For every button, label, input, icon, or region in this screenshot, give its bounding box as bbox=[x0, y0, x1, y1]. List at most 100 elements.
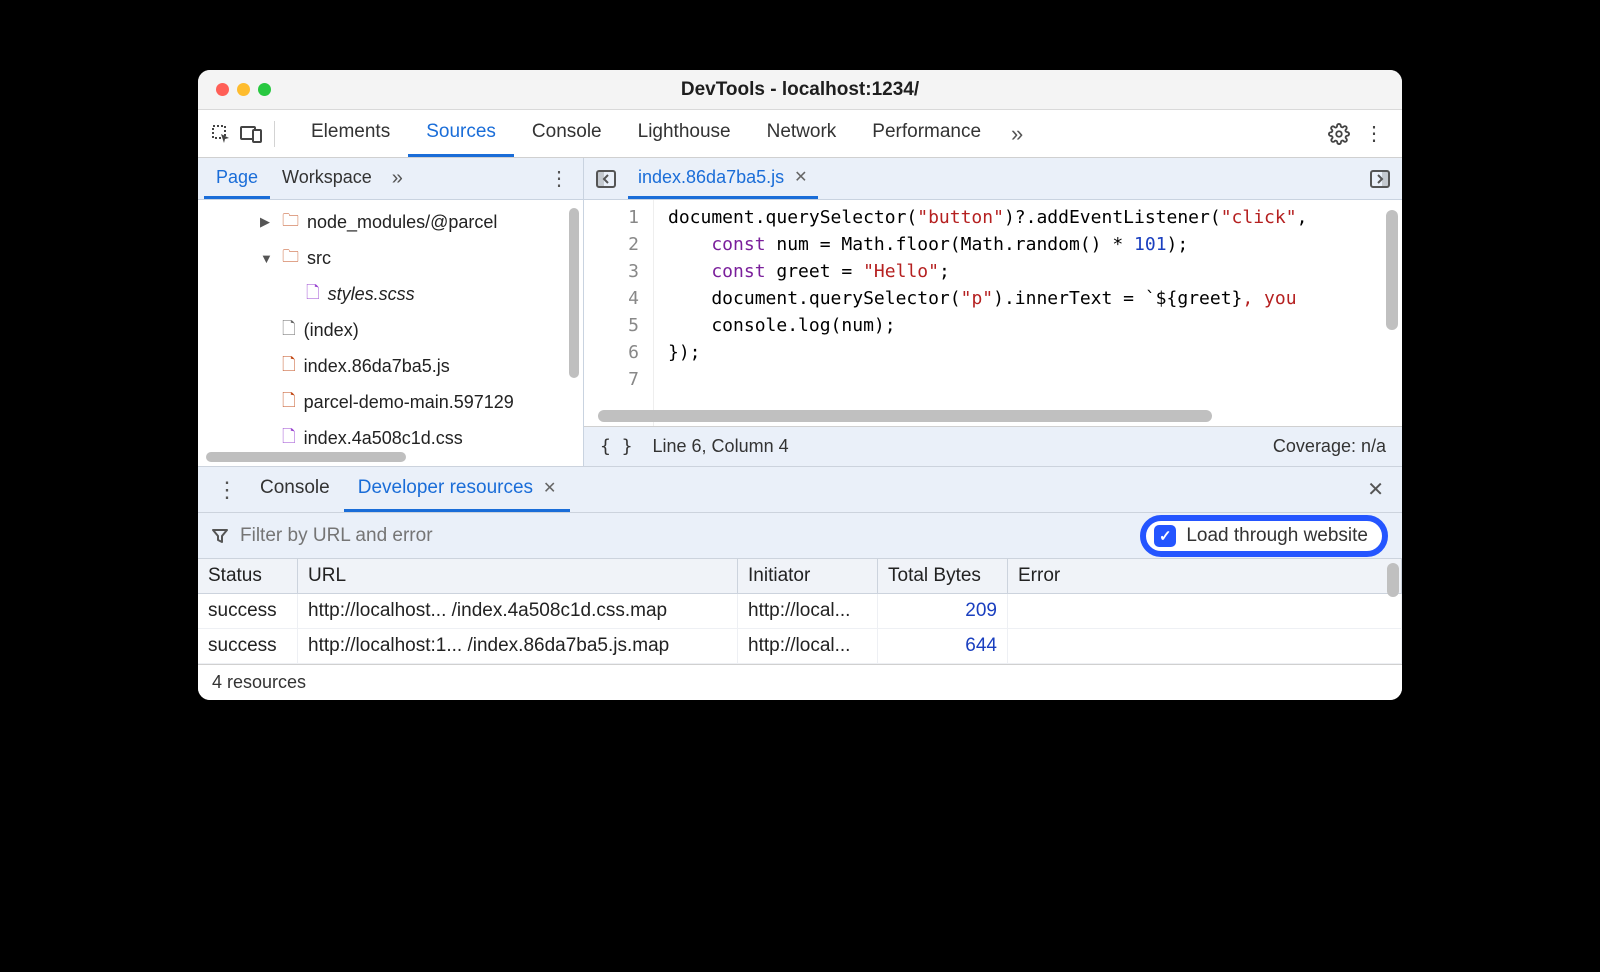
table-cell[interactable] bbox=[1008, 594, 1402, 629]
drawer-tab-console[interactable]: Console bbox=[246, 467, 344, 512]
tree-index-js[interactable]: 🗋 index.86da7ba5.js bbox=[198, 348, 583, 384]
tab-performance[interactable]: Performance bbox=[854, 110, 999, 157]
table-cell[interactable]: 644 bbox=[878, 629, 1008, 664]
nav-tab-workspace[interactable]: Workspace bbox=[270, 158, 384, 199]
tab-lighthouse[interactable]: Lighthouse bbox=[620, 110, 749, 157]
show-debugger-icon[interactable] bbox=[1364, 170, 1396, 188]
code-horizontal-scrollbar[interactable] bbox=[598, 410, 1212, 422]
tree-styles-scss[interactable]: 🗋 styles.scss bbox=[198, 276, 583, 312]
file-icon: 🗋 bbox=[306, 280, 320, 309]
table-cell[interactable]: http://localhost:1... /index.86da7ba5.js… bbox=[298, 629, 738, 664]
tree-label: (index) bbox=[304, 320, 359, 341]
table-cell[interactable]: http://localhost... /index.4a508c1d.css.… bbox=[298, 594, 738, 629]
drawer-tab-developer-resources[interactable]: Developer resources ✕ bbox=[344, 467, 571, 512]
editor-tab-indexjs[interactable]: index.86da7ba5.js ✕ bbox=[628, 158, 818, 199]
close-window-icon[interactable] bbox=[216, 83, 229, 96]
tree-horizontal-scrollbar[interactable] bbox=[206, 452, 406, 462]
col-status[interactable]: Status bbox=[198, 559, 298, 594]
tree-label: index.86da7ba5.js bbox=[304, 356, 450, 377]
close-tab-icon[interactable]: ✕ bbox=[543, 478, 556, 498]
resources-table: Status URL Initiator Total Bytes Error s… bbox=[198, 559, 1402, 664]
drawer-close-icon[interactable]: ✕ bbox=[1359, 477, 1392, 502]
file-icon: 🗋 bbox=[282, 388, 296, 417]
main-toolbar: Elements Sources Console Lighthouse Netw… bbox=[198, 110, 1402, 158]
navigator-pane: Page Workspace » ⋮ ▶ 🗀 node_modules/@par… bbox=[198, 158, 584, 466]
tree-vertical-scrollbar[interactable] bbox=[569, 208, 579, 378]
settings-icon[interactable] bbox=[1328, 123, 1350, 145]
filter-bar: ✓ Load through website bbox=[198, 513, 1402, 559]
drawer-footer: 4 resources bbox=[198, 664, 1402, 700]
titlebar: DevTools - localhost:1234/ bbox=[198, 70, 1402, 110]
tab-console[interactable]: Console bbox=[514, 110, 620, 157]
tree-label: index.4a508c1d.css bbox=[304, 428, 463, 449]
toolbar-right: ⋮ bbox=[1328, 121, 1394, 146]
drawer: ⋮ Console Developer resources ✕ ✕ ✓ Load… bbox=[198, 466, 1402, 664]
navigator-tabs: Page Workspace » ⋮ bbox=[198, 158, 583, 200]
window-title: DevTools - localhost:1234/ bbox=[198, 79, 1402, 101]
nav-menu-icon[interactable]: ⋮ bbox=[541, 166, 577, 191]
table-cell[interactable]: success bbox=[198, 629, 298, 664]
resources-table-wrap: Status URL Initiator Total Bytes Error s… bbox=[198, 559, 1402, 664]
editor-statusbar: { } Line 6, Column 4 Coverage: n/a bbox=[584, 426, 1402, 466]
folder-icon: 🗀 bbox=[282, 244, 299, 273]
coverage-status: Coverage: n/a bbox=[1273, 436, 1386, 457]
resource-count: 4 resources bbox=[212, 672, 306, 693]
tab-elements[interactable]: Elements bbox=[293, 110, 408, 157]
tree-parcel-demo[interactable]: 🗋 parcel-demo-main.597129 bbox=[198, 384, 583, 420]
pretty-print-icon[interactable]: { } bbox=[600, 436, 633, 457]
tree-label: node_modules/@parcel bbox=[307, 212, 497, 233]
load-through-website-label: Load through website bbox=[1186, 525, 1368, 547]
more-tabs-icon[interactable]: » bbox=[999, 110, 1035, 157]
tab-sources[interactable]: Sources bbox=[408, 110, 514, 157]
tree-src[interactable]: ▼ 🗀 src bbox=[198, 240, 583, 276]
panel-tabs: Elements Sources Console Lighthouse Netw… bbox=[293, 110, 1035, 157]
code-content: document.querySelector("button")?.addEve… bbox=[654, 200, 1402, 426]
table-vertical-scrollbar[interactable] bbox=[1387, 563, 1399, 597]
load-through-website-toggle[interactable]: ✓ Load through website bbox=[1140, 515, 1388, 557]
traffic-lights bbox=[198, 83, 271, 96]
col-initiator[interactable]: Initiator bbox=[738, 559, 878, 594]
folder-icon: 🗀 bbox=[282, 208, 299, 237]
kebab-menu-icon[interactable]: ⋮ bbox=[1364, 121, 1384, 146]
chevron-down-icon: ▼ bbox=[260, 251, 274, 266]
file-icon: 🗋 bbox=[282, 352, 296, 381]
cursor-position: Line 6, Column 4 bbox=[653, 436, 789, 457]
filter-icon[interactable] bbox=[212, 528, 228, 544]
sources-split: Page Workspace » ⋮ ▶ 🗀 node_modules/@par… bbox=[198, 158, 1402, 466]
editor-tabs: index.86da7ba5.js ✕ bbox=[584, 158, 1402, 200]
tree-label: src bbox=[307, 248, 331, 269]
col-url[interactable]: URL bbox=[298, 559, 738, 594]
maximize-window-icon[interactable] bbox=[258, 83, 271, 96]
devtools-window: DevTools - localhost:1234/ Elements Sour… bbox=[198, 70, 1402, 700]
filter-input[interactable] bbox=[240, 525, 1128, 547]
tree-node-modules[interactable]: ▶ 🗀 node_modules/@parcel bbox=[198, 204, 583, 240]
line-gutter: 1234567 bbox=[584, 200, 654, 426]
show-navigator-icon[interactable] bbox=[590, 170, 622, 188]
nav-tab-page[interactable]: Page bbox=[204, 158, 270, 199]
table-cell[interactable]: http://local... bbox=[738, 594, 878, 629]
col-error[interactable]: Error bbox=[1008, 559, 1402, 594]
checkbox-checked-icon[interactable]: ✓ bbox=[1154, 525, 1176, 547]
code-vertical-scrollbar[interactable] bbox=[1386, 210, 1398, 330]
editor-pane: index.86da7ba5.js ✕ 1234567 document.que… bbox=[584, 158, 1402, 466]
drawer-menu-icon[interactable]: ⋮ bbox=[208, 477, 246, 503]
table-cell[interactable]: http://local... bbox=[738, 629, 878, 664]
tree-index-css[interactable]: 🗋 index.4a508c1d.css bbox=[198, 420, 583, 456]
col-total-bytes[interactable]: Total Bytes bbox=[878, 559, 1008, 594]
tree-index[interactable]: 🗋 (index) bbox=[198, 312, 583, 348]
chevron-right-icon: ▶ bbox=[260, 214, 274, 230]
minimize-window-icon[interactable] bbox=[237, 83, 250, 96]
close-tab-icon[interactable]: ✕ bbox=[794, 167, 807, 187]
code-editor[interactable]: 1234567 document.querySelector("button")… bbox=[584, 200, 1402, 426]
file-icon: 🗋 bbox=[282, 316, 296, 345]
nav-more-icon[interactable]: » bbox=[384, 167, 411, 190]
inspect-icon[interactable] bbox=[206, 124, 236, 144]
table-cell[interactable] bbox=[1008, 629, 1402, 664]
drawer-tabs: ⋮ Console Developer resources ✕ ✕ bbox=[198, 467, 1402, 513]
table-cell[interactable]: 209 bbox=[878, 594, 1008, 629]
table-cell[interactable]: success bbox=[198, 594, 298, 629]
tab-network[interactable]: Network bbox=[749, 110, 855, 157]
device-toggle-icon[interactable] bbox=[236, 125, 266, 143]
editor-tab-label: index.86da7ba5.js bbox=[638, 167, 784, 188]
file-tree: ▶ 🗀 node_modules/@parcel ▼ 🗀 src 🗋 style… bbox=[198, 200, 583, 466]
